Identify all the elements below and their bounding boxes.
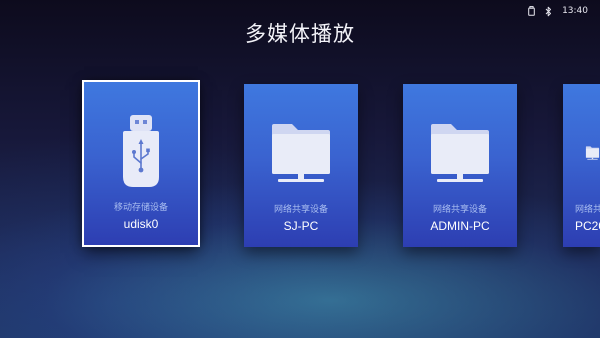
- clock-time: 13:40: [562, 6, 588, 16]
- device-name: udisk0: [123, 217, 159, 231]
- device-card-pc20[interactable]: 网络共享设备 PC20: [563, 84, 600, 247]
- device-card-admin-pc[interactable]: 网络共享设备 ADMIN-PC: [403, 84, 517, 247]
- network-folder-icon: [563, 114, 600, 192]
- device-card-sj-pc[interactable]: 网络共享设备 SJ-PC: [244, 84, 358, 247]
- device-list: 移动存储设备 udisk0 网络共享设备 SJ-PC 网络共享设备 ADMIN-: [0, 80, 600, 254]
- page-title: 多媒体播放: [245, 22, 355, 46]
- device-type-label: 网络共享设备: [432, 205, 487, 215]
- device-type-label: 网络共享设备: [273, 205, 328, 215]
- device-name: PC20: [575, 219, 600, 233]
- device-type-label: 网络共享设备: [575, 205, 600, 215]
- device-type-label: 移动存储设备: [113, 203, 168, 213]
- usb-drive-icon: [84, 112, 198, 190]
- device-name: SJ-PC: [283, 219, 319, 233]
- storage-icon: [528, 6, 535, 16]
- bluetooth-icon: [545, 6, 552, 17]
- device-name: ADMIN-PC: [430, 219, 490, 233]
- network-folder-icon: [244, 114, 358, 192]
- device-card-udisk0[interactable]: 移动存储设备 udisk0: [82, 80, 200, 247]
- network-folder-icon: [403, 114, 517, 192]
- status-bar: 13:40: [528, 4, 588, 18]
